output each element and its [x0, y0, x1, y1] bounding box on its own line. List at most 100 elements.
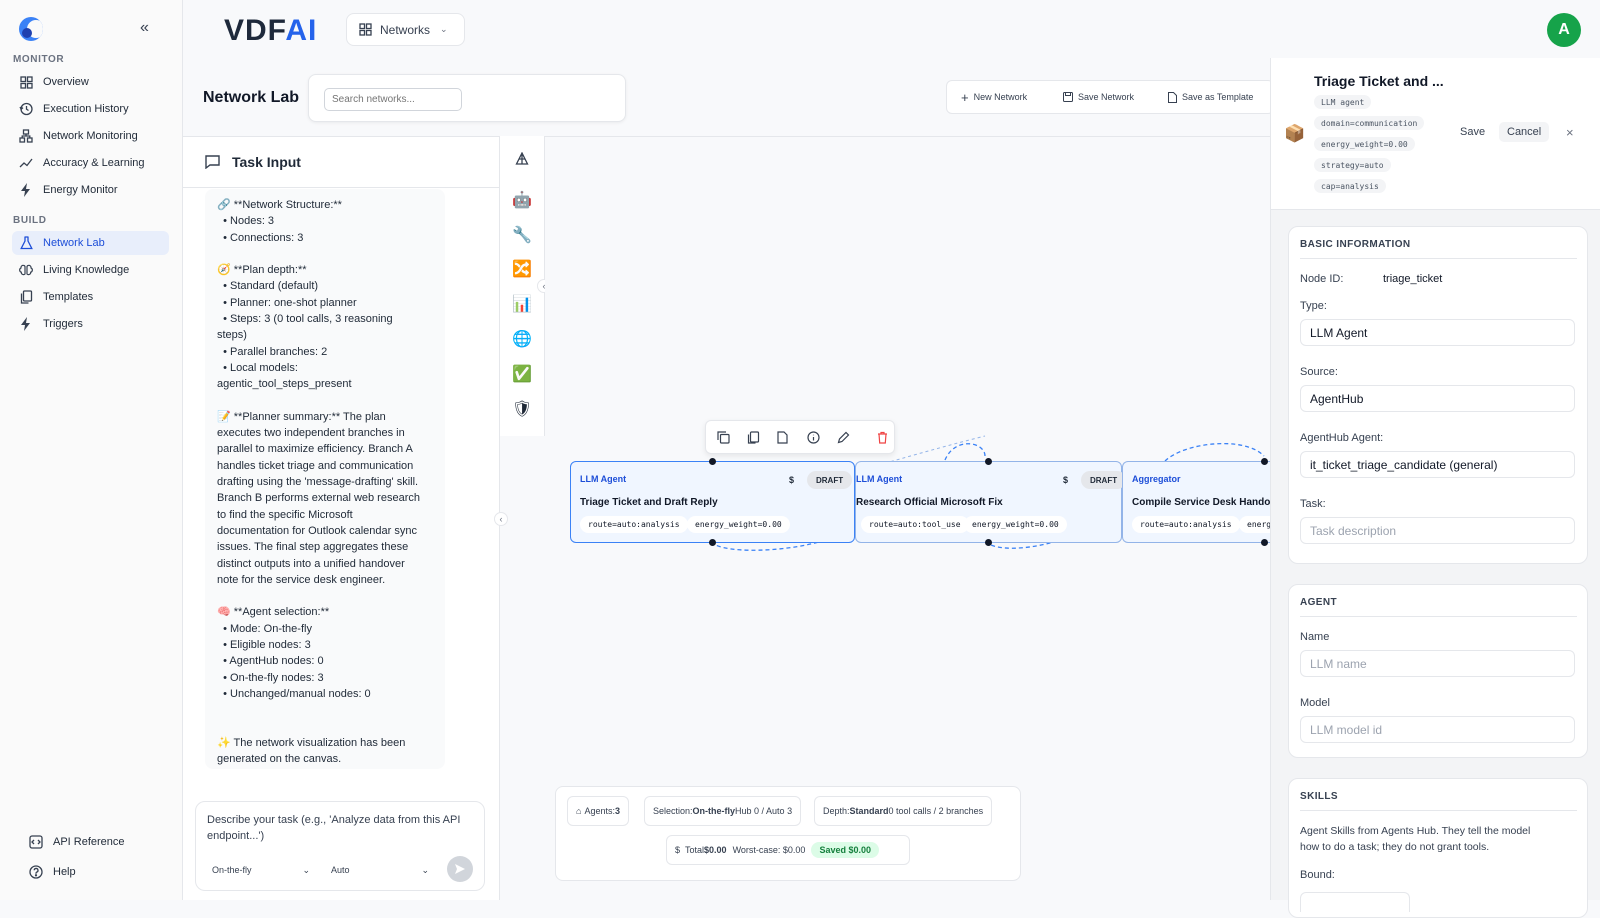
networks-label: Networks: [380, 22, 431, 37]
node-handle[interactable]: [1261, 539, 1268, 546]
stat-detail: Hub 0 / Auto 3: [735, 806, 793, 816]
bound-skills-field[interactable]: [1300, 892, 1410, 912]
new-network-button[interactable]: + New Network: [961, 80, 1027, 114]
message-line: [217, 588, 433, 604]
chart-tool-icon[interactable]: 📊: [511, 293, 533, 315]
collapse-sidebar-icon[interactable]: «: [140, 19, 149, 37]
node-handle[interactable]: [985, 539, 992, 546]
graph-node-research[interactable]: LLM Agent $ DRAFT Research Official Micr…: [855, 461, 1127, 543]
node-handle[interactable]: [709, 458, 716, 465]
node-tag: energy_weight=0.00: [964, 516, 1067, 533]
send-button[interactable]: [447, 856, 473, 882]
basic-information-card: BASIC INFORMATION Node ID: triage_ticket…: [1288, 226, 1588, 564]
shield-tool-icon[interactable]: 🛡: [511, 398, 533, 420]
save-button[interactable]: Save: [1460, 126, 1485, 138]
sidebar-item-execution-history[interactable]: Execution History: [12, 97, 169, 121]
message-line: • Connections: 3: [217, 231, 304, 244]
sidebar-item-label: Overview: [43, 76, 89, 88]
task-input-field[interactable]: Describe your task (e.g., 'Analyze data …: [207, 812, 475, 844]
sidebar-item-accuracy-learning[interactable]: Accuracy & Learning: [12, 151, 169, 175]
task-description-input[interactable]: Task description: [1300, 517, 1575, 544]
monitor-section-label: MONITOR: [13, 54, 65, 65]
task-label: Task:: [1300, 498, 1326, 510]
chat-icon: [205, 155, 220, 169]
trend-icon: [18, 155, 34, 171]
globe-tool-icon[interactable]: 🌐: [511, 328, 533, 350]
type-select[interactable]: LLM Agent: [1300, 319, 1575, 346]
wrench-tool-icon[interactable]: 🔧: [511, 224, 533, 246]
sidebar-item-network-monitoring[interactable]: Network Monitoring: [12, 124, 169, 148]
cancel-button[interactable]: Cancel: [1499, 122, 1550, 142]
collapse-left-panel-icon[interactable]: ‹: [494, 512, 508, 526]
networks-dropdown[interactable]: Networks ⌄: [346, 13, 465, 46]
node-handle[interactable]: [709, 539, 716, 546]
message-line: [217, 702, 433, 718]
llm-model-label: Model: [1300, 697, 1330, 709]
message-line: handles ticket triage and communication: [217, 459, 414, 472]
node-tag: route=auto:tool_use: [861, 516, 969, 533]
stat-label: Selection:: [653, 806, 693, 816]
message-line: issues. The final step aggregates these: [217, 541, 409, 554]
cost-stat: $ Total $0.00 Worst-case: $0.00 Saved $0.00: [666, 835, 910, 865]
save-icon: [1063, 92, 1073, 102]
section-heading: BASIC INFORMATION: [1300, 239, 1411, 250]
robot-tool-icon[interactable]: 🤖: [511, 189, 533, 211]
sidebar-item-network-lab[interactable]: Network Lab: [12, 231, 169, 255]
agenthub-agent-select[interactable]: it_ticket_triage_candidate (general): [1300, 451, 1575, 478]
logo-icon[interactable]: [19, 17, 43, 41]
search-input[interactable]: [324, 88, 462, 111]
node-handle[interactable]: [985, 458, 992, 465]
message-line: 🧭 **Plan depth:**: [217, 264, 307, 277]
sidebar-item-help[interactable]: Help: [22, 860, 179, 884]
sidebar-item-triggers[interactable]: Triggers: [12, 312, 169, 336]
graph-node-aggregator[interactable]: Aggregator Compile Service Desk Handover…: [1122, 461, 1270, 543]
network-stats-bar: ⌂ Agents: 3 Selection: On-the-fly Hub 0 / Au…: [555, 786, 1021, 881]
message-line: [217, 393, 433, 409]
divider: [1300, 810, 1577, 811]
stat-value: $0.00: [704, 845, 727, 855]
save-network-button[interactable]: Save Network: [1063, 80, 1134, 114]
sidebar-item-energy-monitor[interactable]: Energy Monitor: [12, 178, 169, 202]
status-badge: DRAFT: [807, 471, 853, 489]
llm-name-input[interactable]: LLM name: [1300, 650, 1575, 677]
hierarchy-tool-icon[interactable]: [511, 148, 533, 170]
node-handle[interactable]: [1261, 458, 1268, 465]
check-tool-icon[interactable]: ✅: [511, 363, 533, 385]
sidebar-item-overview[interactable]: Overview: [12, 70, 169, 94]
save-as-template-button[interactable]: Save as Template: [1168, 80, 1253, 114]
model-select[interactable]: Auto ⌄: [325, 860, 435, 880]
node-kind: LLM Agent: [580, 474, 627, 484]
sidebar-item-templates[interactable]: Templates: [12, 285, 169, 309]
message-line: steps): [217, 329, 247, 342]
task-input-panel: Task Input 🔗 **Network Structure:** • No…: [183, 136, 500, 900]
mode-select[interactable]: On-the-fly ⌄: [206, 860, 316, 880]
message-line: [217, 719, 433, 735]
worst-case-cost: Worst-case: $0.00: [732, 845, 806, 855]
package-icon: 📦: [1284, 124, 1306, 143]
close-icon[interactable]: ×: [1566, 125, 1574, 140]
flask-icon: [18, 235, 34, 251]
node-id-value: triage_ticket: [1383, 273, 1443, 285]
sidebar-item-label: Triggers: [43, 318, 83, 330]
page-title: Network Lab: [203, 89, 300, 106]
message-line: parallel to maximize efficiency. Branch …: [217, 443, 413, 456]
build-section-label: BUILD: [13, 215, 47, 226]
source-select[interactable]: AgentHub: [1300, 385, 1575, 412]
message-line: • Unchanged/manual nodes: 0: [217, 687, 371, 700]
type-label: Type:: [1300, 300, 1327, 312]
plus-icon: +: [961, 89, 969, 105]
node-tag: energy_weight=0.00: [687, 516, 790, 533]
sidebar-item-living-knowledge[interactable]: Living Knowledge: [12, 258, 169, 282]
llm-model-input[interactable]: LLM model id: [1300, 716, 1575, 743]
message-line: distinct outputs into a unified handover: [217, 557, 405, 570]
mode-value: On-the-fly: [212, 865, 252, 875]
source-label: Source:: [1300, 366, 1338, 378]
avatar[interactable]: A: [1547, 13, 1581, 47]
search-card: [308, 74, 626, 122]
shuffle-tool-icon[interactable]: 🔀: [511, 258, 533, 280]
sidebar-item-api-reference[interactable]: API Reference: [22, 830, 179, 854]
graph-node-triage[interactable]: LLM Agent $ DRAFT Triage Ticket and Draf…: [570, 461, 855, 543]
message-line: generated on the canvas.: [217, 753, 342, 766]
model-value: Auto: [331, 865, 350, 875]
copy-icon: [18, 289, 34, 305]
